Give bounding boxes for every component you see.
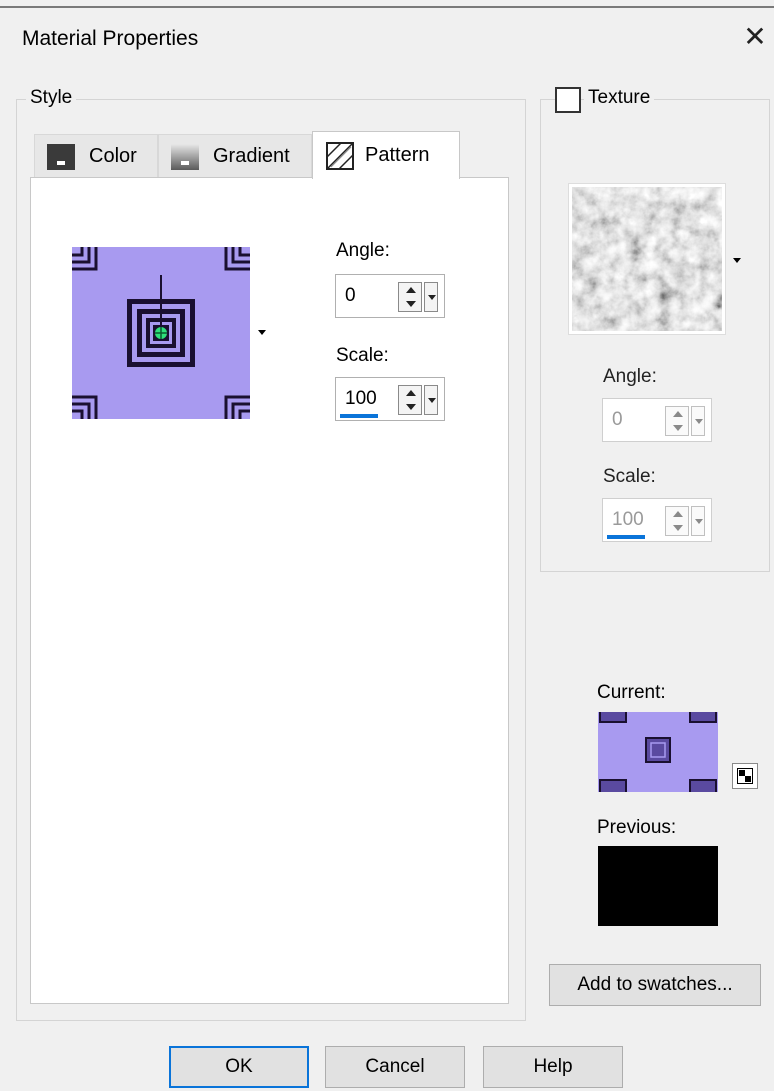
gradient-swatch-icon xyxy=(171,143,199,170)
scale-spinbox[interactable]: 100 xyxy=(335,377,445,421)
angle-spinbox[interactable]: 0 xyxy=(335,274,445,318)
tab-gradient[interactable]: Gradient xyxy=(158,134,312,178)
tab-color-label: Color xyxy=(89,145,137,167)
cancel-button[interactable]: Cancel xyxy=(325,1046,465,1088)
tab-pattern[interactable]: Pattern xyxy=(312,131,460,179)
scale-slider-bar[interactable] xyxy=(340,414,378,418)
scale-dropdown-icon[interactable] xyxy=(424,385,438,415)
scale-stepper-icon[interactable] xyxy=(398,385,422,415)
texture-scale-dropdown-icon xyxy=(691,506,705,536)
add-to-swatches-button[interactable]: Add to swatches... xyxy=(549,964,761,1006)
current-material-swatch xyxy=(598,712,718,792)
texture-swatch[interactable] xyxy=(568,183,726,335)
angle-label: Angle: xyxy=(336,240,390,261)
texture-scale-label: Scale: xyxy=(603,466,656,487)
pattern-hatch-icon xyxy=(326,141,354,170)
texture-scale-slider-bar xyxy=(607,535,645,539)
scale-label: Scale: xyxy=(336,345,389,366)
previous-material-swatch[interactable] xyxy=(598,846,718,926)
texture-scale-stepper-icon xyxy=(665,506,689,536)
dialog-title: Material Properties xyxy=(22,27,199,50)
pattern-swatch[interactable] xyxy=(72,247,250,419)
style-group-label: Style xyxy=(26,87,77,109)
texture-angle-value: 0 xyxy=(612,409,623,430)
texture-angle-dropdown-icon xyxy=(691,406,705,436)
texture-angle-stepper-icon xyxy=(665,406,689,436)
tab-pattern-label: Pattern xyxy=(365,144,430,166)
help-button[interactable]: Help xyxy=(483,1046,623,1088)
texture-checkbox[interactable] xyxy=(555,87,581,113)
angle-dropdown-icon[interactable] xyxy=(424,282,438,312)
tab-color[interactable]: Color xyxy=(34,134,158,178)
swap-materials-icon[interactable] xyxy=(732,763,758,789)
current-label: Current: xyxy=(597,682,666,703)
scale-value[interactable]: 100 xyxy=(345,388,377,410)
texture-scale-value: 100 xyxy=(612,509,644,530)
color-swatch-icon xyxy=(47,143,75,170)
pattern-dropdown-icon[interactable] xyxy=(258,330,266,335)
texture-angle-label: Angle: xyxy=(603,366,657,387)
angle-stepper-icon[interactable] xyxy=(398,282,422,312)
close-icon[interactable]: ✕ xyxy=(742,22,768,52)
texture-scale-spinbox: 100 xyxy=(602,498,712,542)
texture-dropdown-icon[interactable] xyxy=(733,258,741,263)
texture-angle-spinbox: 0 xyxy=(602,398,712,442)
title-bar-separator xyxy=(0,6,774,8)
ok-button[interactable]: OK xyxy=(169,1046,309,1088)
angle-value[interactable]: 0 xyxy=(345,285,356,307)
tab-gradient-label: Gradient xyxy=(213,145,290,167)
previous-label: Previous: xyxy=(597,817,677,838)
texture-label[interactable]: Texture xyxy=(584,87,655,109)
texture-preview-image xyxy=(572,187,722,331)
